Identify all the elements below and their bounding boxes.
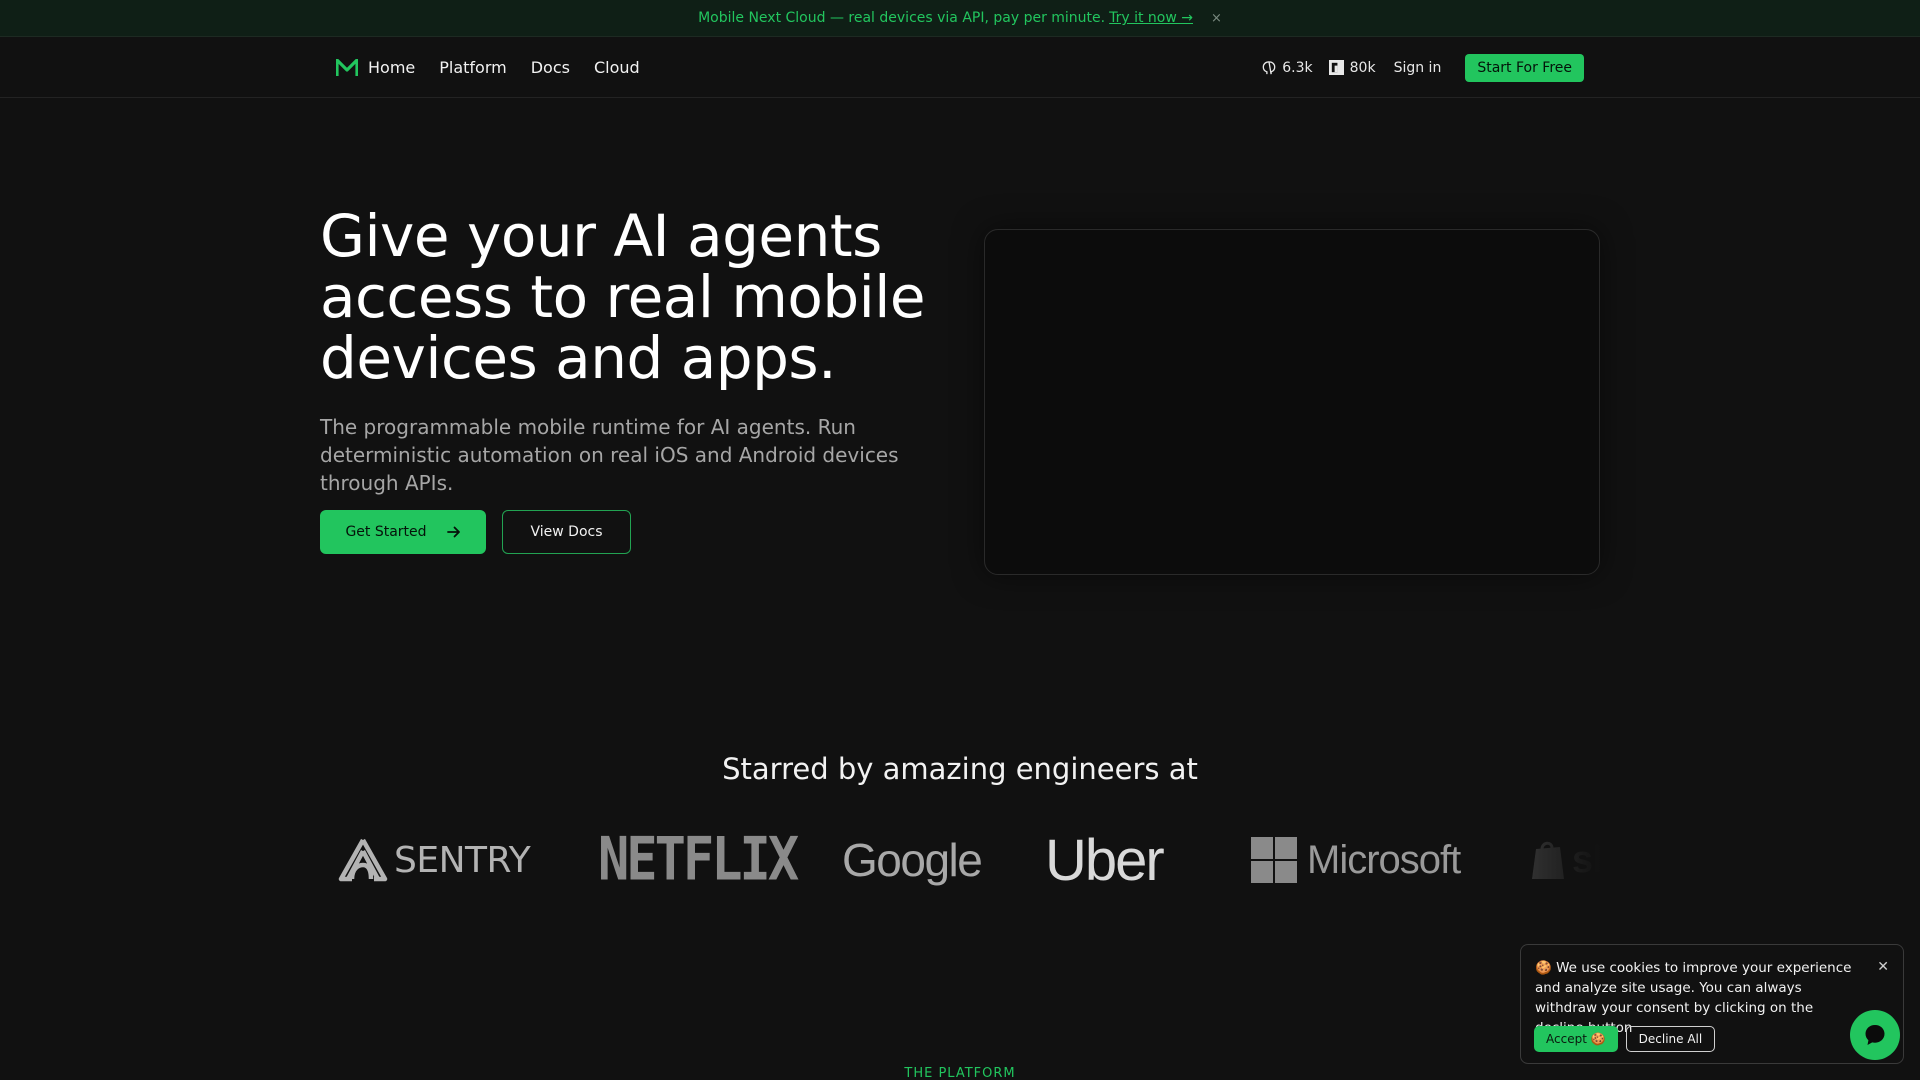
github-icon bbox=[1262, 60, 1276, 74]
microsoft-wordmark: Microsoft bbox=[1307, 837, 1461, 882]
nav-docs-link[interactable]: Docs bbox=[531, 58, 570, 77]
cookie-actions: Accept 🍪 Decline All bbox=[1534, 1026, 1716, 1052]
announcement-bar: Mobile Next Cloud — real devices via API… bbox=[0, 0, 1920, 37]
microsoft-logo: Microsoft bbox=[1251, 820, 1461, 900]
sign-in-link[interactable]: Sign in bbox=[1394, 60, 1442, 76]
sentry-logo: SENTRY bbox=[338, 820, 531, 900]
github-stars-link[interactable]: 6.3k bbox=[1262, 59, 1313, 76]
shopify-wordmark: shopify bbox=[1572, 838, 1600, 881]
npm-downloads-count: 80k bbox=[1349, 59, 1376, 76]
decline-cookies-button[interactable]: Decline All bbox=[1625, 1026, 1716, 1052]
nav-left: Home Platform Docs Cloud bbox=[336, 37, 640, 98]
announcement-text: Mobile Next Cloud — real devices via API… bbox=[698, 10, 1106, 26]
hero-title: Give your AI agents access to real mobil… bbox=[320, 202, 926, 392]
uber-wordmark: Uber bbox=[1045, 827, 1165, 893]
announcement-close-icon[interactable]: × bbox=[1211, 11, 1222, 26]
logo-carousel: SENTRY NETFLIX Google Uber Microsoft sho… bbox=[320, 820, 1600, 900]
start-for-free-button[interactable]: Start For Free bbox=[1465, 53, 1584, 82]
sentry-wordmark: SENTRY bbox=[394, 839, 531, 881]
uber-logo: Uber bbox=[1045, 820, 1165, 900]
nav-home-label: Home bbox=[368, 58, 416, 77]
microsoft-squares-icon bbox=[1251, 837, 1297, 883]
hero-video-player[interactable] bbox=[984, 229, 1600, 575]
arrow-right-icon bbox=[446, 526, 460, 538]
nav-cloud-link[interactable]: Cloud bbox=[594, 58, 640, 77]
github-stars-count: 6.3k bbox=[1282, 59, 1313, 76]
google-logo: Google bbox=[842, 820, 983, 900]
shopify-logo: shopify bbox=[1530, 820, 1600, 900]
chat-widget-button[interactable] bbox=[1850, 1010, 1900, 1060]
try-it-now-link[interactable]: Try it now → bbox=[1109, 10, 1193, 26]
npm-icon bbox=[1328, 60, 1344, 75]
cookie-close-icon[interactable]: ✕ bbox=[1877, 959, 1889, 975]
hero-subtitle: The programmable mobile runtime for AI a… bbox=[320, 415, 899, 495]
mobile-next-logo-icon bbox=[336, 58, 358, 76]
cookie-banner: 🍪 We use cookies to improve your experie… bbox=[1520, 944, 1904, 1064]
get-started-label: Get Started bbox=[345, 524, 427, 540]
accept-cookies-button[interactable]: Accept 🍪 bbox=[1534, 1026, 1618, 1052]
view-docs-button[interactable]: View Docs bbox=[502, 510, 631, 554]
nav-platform-link[interactable]: Platform bbox=[439, 58, 506, 77]
top-nav: Home Platform Docs Cloud 6.3k 80k Sign i… bbox=[0, 37, 1920, 98]
netflix-wordmark: NETFLIX bbox=[598, 825, 799, 895]
home-link[interactable]: Home bbox=[336, 58, 415, 77]
google-wordmark: Google bbox=[842, 834, 983, 886]
get-started-button[interactable]: Get Started bbox=[320, 510, 486, 554]
shopify-bag-icon bbox=[1532, 841, 1564, 879]
platform-section-label: THE PLATFORM bbox=[904, 1066, 1016, 1080]
nav-right: 6.3k 80k Sign in Start For Free bbox=[1262, 37, 1584, 98]
npm-downloads-link[interactable]: 80k bbox=[1328, 59, 1376, 76]
netflix-logo: NETFLIX bbox=[598, 820, 799, 900]
chat-bubble-icon bbox=[1865, 1025, 1885, 1045]
sentry-mark-icon bbox=[338, 838, 388, 882]
logos-heading: Starred by amazing engineers at bbox=[722, 752, 1198, 786]
